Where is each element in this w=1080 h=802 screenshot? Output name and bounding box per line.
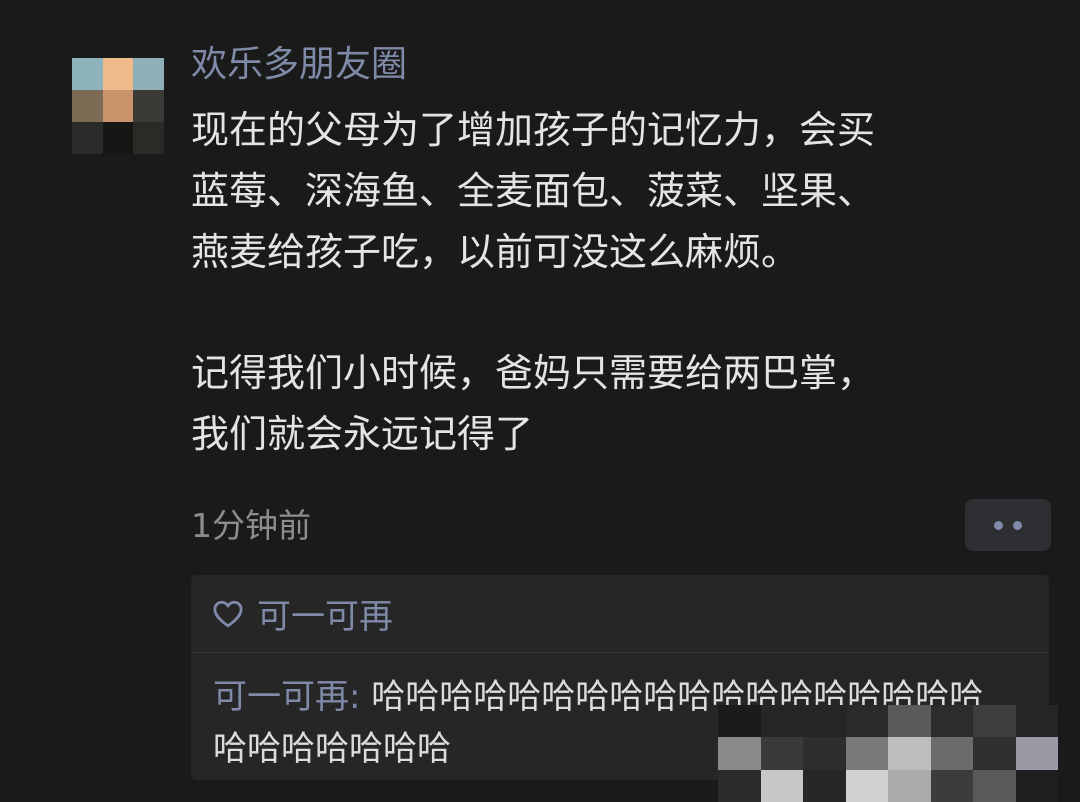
post-content: 现在的父母为了增加孩子的记忆力，会买 蓝莓、深海鱼、全麦面包、菠菜、坚果、 燕麦…	[191, 100, 1031, 465]
heart-outline-icon	[213, 600, 243, 628]
dot-icon	[1013, 520, 1022, 530]
post-line: 现在的父母为了增加孩子的记忆力，会买	[191, 108, 876, 152]
post-line: 燕麦给孩子吃，以前可没这么麻烦。	[191, 230, 800, 274]
post-line: 我们就会永远记得了	[191, 412, 534, 456]
comment-author[interactable]: 可一可再	[213, 677, 349, 717]
dot-icon	[994, 520, 1003, 530]
post-author-name[interactable]: 欢乐多朋友圈	[191, 38, 407, 92]
comment-separator: :	[349, 677, 372, 717]
pixelated-censor	[718, 705, 1058, 802]
likes-row: 可一可再	[191, 575, 1049, 653]
post-timestamp: 1分钟前	[191, 506, 311, 545]
post-line: 蓝莓、深海鱼、全麦面包、菠菜、坚果、	[191, 169, 876, 213]
avatar[interactable]	[72, 26, 164, 154]
post-line: 记得我们小时候，爸妈只需要给两巴掌，	[191, 351, 876, 395]
liker-name[interactable]: 可一可再	[257, 589, 393, 638]
more-actions-button[interactable]	[965, 499, 1051, 551]
